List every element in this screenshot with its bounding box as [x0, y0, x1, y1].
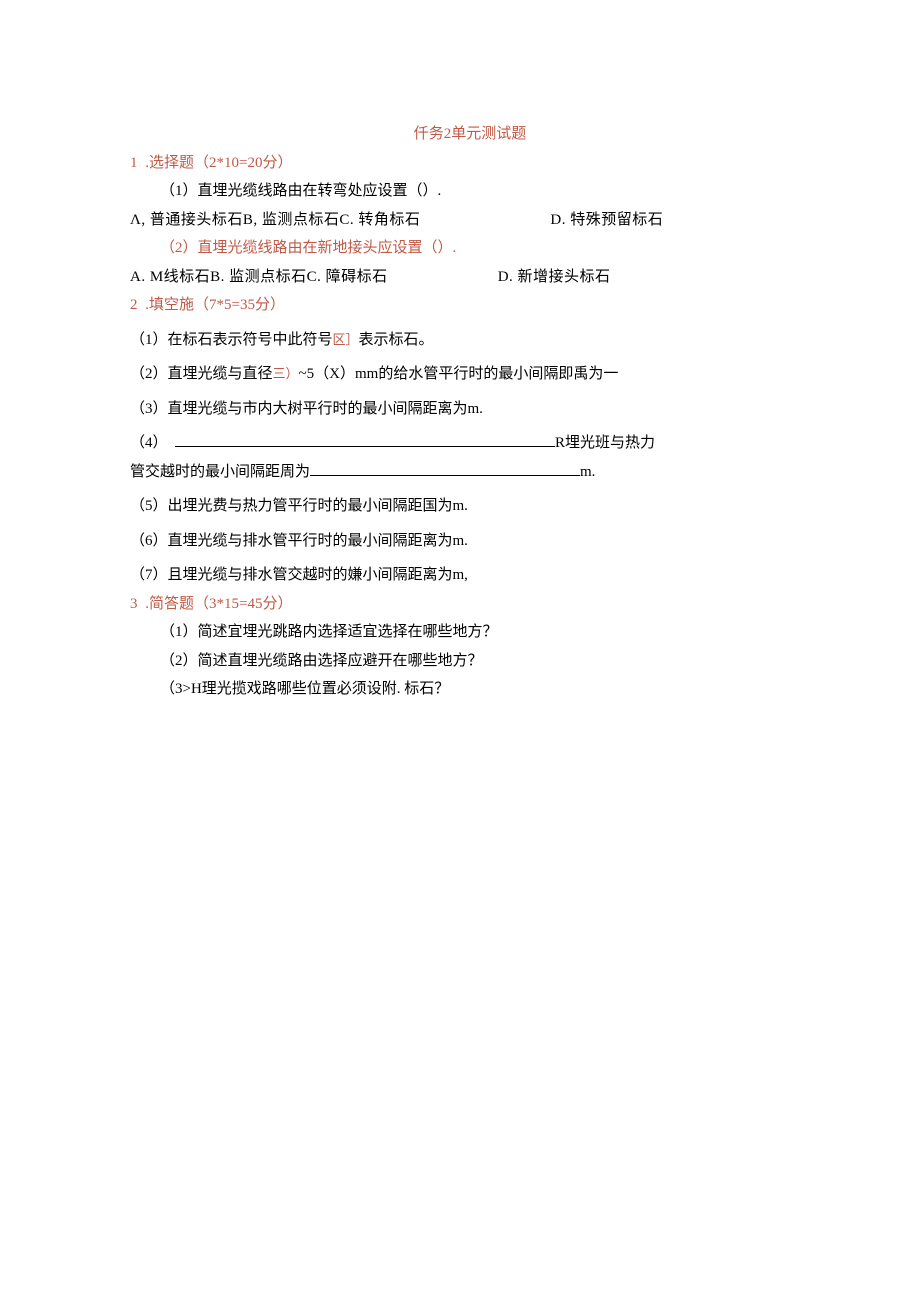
section-3-number: 3 — [130, 596, 138, 612]
s2-f1-symbol: 区］ — [333, 332, 359, 347]
s2-f4-a: （4） — [130, 435, 168, 451]
s2-f1: （1）在标石表示符号中此符号区］表示标石。 — [130, 326, 810, 355]
page-content: 仟务2单元测试题 1 .选择题（2*10=20分） （1）直埋光缆线路由在转弯处… — [0, 0, 920, 704]
s2-f4-blank1[interactable] — [175, 433, 555, 448]
s2-f4-b: R埋光班与热力 — [555, 435, 655, 451]
s2-f1-b: 表示标石。 — [359, 332, 434, 348]
s1-q1-opt-d: D. 特殊预留标石 — [550, 206, 663, 235]
s3-a2: （2）简述直埋光缆路由选择应避开在哪些地方？ — [130, 647, 810, 676]
s1-q1: （1）直埋光缆线路由在转弯处应设置（）. — [130, 177, 810, 206]
section-3-title: .简答题（3*15=45分） — [142, 596, 293, 612]
section-2-number: 2 — [130, 297, 138, 313]
section-2-title: .填空施（7*5=35分） — [142, 297, 285, 313]
s2-f4-line2: 管交越时的最小间隔距周为 m. — [130, 458, 810, 487]
s1-q2-opt-d: D. 新增接头标石 — [498, 263, 611, 292]
s2-f5: （5）出埋光费与热力管平行时的最小间隔距国为m. — [130, 492, 810, 521]
section-1-header: 1 .选择题（2*10=20分） — [130, 149, 810, 178]
s1-q2-opts-left: A. M线标石B. 监测点标石C. 障碍标石 — [130, 269, 388, 285]
s2-f4-c: 管交越时的最小间隔距周为 — [130, 464, 310, 480]
s2-f1-a: （1）在标石表示符号中此符号 — [130, 332, 333, 348]
s2-f4-d: m. — [580, 464, 595, 480]
s2-f6: （6）直埋光缆与排水管平行时的最小间隔距离为m. — [130, 527, 810, 556]
s1-q2: （2）直埋光缆线路由在新地接头应设置（）. — [130, 234, 810, 263]
s2-f2: （2）直埋光缆与直径三）~5（X）mm的给水管平行时的最小间隔即禹为一 — [130, 360, 810, 389]
section-1-number: 1 — [130, 155, 138, 171]
s2-f2-b: ~5（X）mm的给水管平行时的最小间隔即禹为一 — [299, 366, 619, 382]
s2-f4-line1: （4） R埋光班与热力 — [130, 429, 810, 458]
s1-q1-opts-left: Λ, 普通接头标石B, 监测点标石C. 转角标石 — [130, 212, 420, 228]
s2-f2-a: （2）直埋光缆与直径 — [130, 366, 273, 382]
section-1-title: .选择题（2*10=20分） — [142, 155, 293, 171]
s3-a1: （1）简述宜埋光跳路内选择适宜选择在哪些地方？ — [130, 618, 810, 647]
s2-f3: （3）直埋光缆与市内大树平行时的最小间隔距离为m. — [130, 395, 810, 424]
s1-q1-options: Λ, 普通接头标石B, 监测点标石C. 转角标石 D. 特殊预留标石 — [130, 206, 810, 235]
s3-a3: （3>H理光揽戏路哪些位置必须设附. 标石？ — [130, 675, 810, 704]
s2-f7: （7）且埋光缆与排水管交越时的嫌小间隔距离为m, — [130, 561, 810, 590]
s2-f2-symbol: 三） — [273, 366, 299, 381]
section-2-header: 2 .填空施（7*5=35分） — [130, 291, 810, 320]
s1-q2-text: （2）直埋光缆线路由在新地接头应设置（）. — [160, 240, 456, 256]
page-title: 仟务2单元测试题 — [130, 120, 810, 149]
s1-q2-options: A. M线标石B. 监测点标石C. 障碍标石 D. 新增接头标石 — [130, 263, 810, 292]
s2-f4-blank2[interactable] — [310, 461, 580, 476]
section-3-header: 3 .简答题（3*15=45分） — [130, 590, 810, 619]
